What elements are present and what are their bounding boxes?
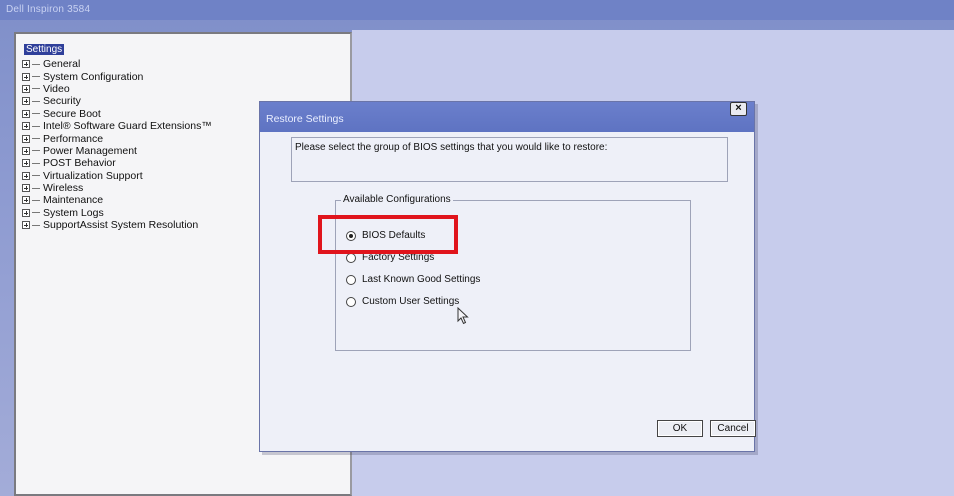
expand-plus-icon[interactable] (22, 171, 30, 180)
tree-item-label: POST Behavior (43, 157, 116, 170)
tree-item-secure-boot[interactable]: Secure Boot (22, 108, 212, 120)
settings-tree: General System Configuration Video Secur… (22, 58, 212, 231)
tree-item-label: System Logs (43, 206, 104, 219)
tree-item-security[interactable]: Security (22, 95, 212, 107)
expand-plus-icon[interactable] (22, 184, 30, 193)
radio-unselected-icon[interactable] (346, 274, 356, 285)
cancel-button[interactable]: Cancel (710, 420, 756, 437)
tree-connector (32, 138, 40, 140)
radio-custom-user[interactable]: Custom User Settings (346, 296, 459, 307)
tree-item-power-management[interactable]: Power Management (22, 145, 212, 157)
radio-unselected-icon[interactable] (346, 252, 356, 263)
tree-item-label: Security (43, 95, 81, 108)
expand-plus-icon[interactable] (22, 60, 30, 69)
close-button[interactable]: × (730, 102, 747, 116)
tree-item-performance[interactable]: Performance (22, 132, 212, 145)
expand-plus-icon[interactable] (22, 159, 30, 168)
tree-item-system-logs[interactable]: System Logs (22, 207, 212, 219)
tree-item-label: General (43, 58, 81, 71)
tree-item-label: Maintenance (43, 194, 104, 207)
tree-connector (32, 187, 40, 189)
tree-item-video[interactable]: Video (22, 83, 212, 95)
dialog-title: Restore Settings (266, 113, 344, 125)
ok-button[interactable]: OK (657, 420, 703, 437)
expand-plus-icon[interactable] (22, 109, 30, 118)
prompt-text: Please select the group of BIOS settings… (295, 142, 608, 153)
expand-plus-icon[interactable] (22, 84, 30, 93)
tree-connector (32, 150, 40, 152)
tree-connector (32, 162, 40, 164)
group-label: Available Configurations (341, 194, 453, 205)
tree-item-label: Wireless (43, 182, 84, 195)
radio-last-known-good[interactable]: Last Known Good Settings (346, 274, 480, 285)
radio-unselected-icon[interactable] (346, 296, 356, 307)
tree-item-virtualization-support[interactable]: Virtualization Support (22, 170, 212, 182)
tree-item-label: Video (43, 82, 70, 95)
window-title-bar: Dell Inspiron 3584 (0, 0, 954, 20)
prompt-box: Please select the group of BIOS settings… (291, 137, 728, 182)
tree-connector (32, 63, 40, 65)
tree-item-label: Virtualization Support (43, 169, 143, 182)
tree-root-settings[interactable]: Settings (24, 44, 65, 55)
tree-connector (32, 199, 40, 201)
dialog-title-bar[interactable]: Restore Settings × (260, 102, 754, 132)
red-highlight-annotation (318, 215, 458, 254)
tree-item-label: Power Management (43, 144, 137, 157)
tree-item-general[interactable]: General (22, 58, 212, 70)
tree-connector (32, 224, 40, 226)
app-title: Dell Inspiron 3584 (6, 4, 91, 15)
expand-plus-icon[interactable] (22, 122, 30, 131)
tree-connector (32, 88, 40, 90)
tree-item-post-behavior[interactable]: POST Behavior (22, 157, 212, 169)
tree-item-maintenance[interactable]: Maintenance (22, 194, 212, 206)
tree-connector (32, 175, 40, 177)
tree-item-label: Intel® Software Guard Extensions™ (43, 120, 212, 133)
expand-plus-icon[interactable] (22, 134, 30, 143)
mouse-cursor-icon (457, 307, 469, 325)
expand-plus-icon[interactable] (22, 97, 30, 106)
tree-connector (32, 113, 40, 115)
tree-item-label: Secure Boot (43, 107, 101, 120)
tree-item-label: Performance (43, 132, 104, 145)
tree-item-label: SupportAssist System Resolution (43, 219, 199, 232)
tree-item-label: System Configuration (43, 70, 144, 83)
expand-plus-icon[interactable] (22, 221, 30, 230)
tree-item-supportassist[interactable]: SupportAssist System Resolution (22, 219, 212, 231)
tree-connector (32, 125, 40, 127)
tree-connector (32, 76, 40, 78)
expand-plus-icon[interactable] (22, 146, 30, 155)
expand-plus-icon[interactable] (22, 72, 30, 81)
radio-label: Custom User Settings (362, 296, 460, 307)
tree-item-intel-sgx[interactable]: Intel® Software Guard Extensions™ (22, 120, 212, 132)
tree-item-wireless[interactable]: Wireless (22, 182, 212, 194)
tree-connector (32, 100, 40, 102)
restore-settings-dialog: Restore Settings × Please select the gro… (259, 101, 756, 452)
expand-plus-icon[interactable] (22, 196, 30, 205)
tree-connector (32, 212, 40, 214)
close-icon: × (735, 102, 742, 114)
expand-plus-icon[interactable] (22, 208, 30, 217)
tree-item-system-configuration[interactable]: System Configuration (22, 70, 212, 83)
radio-label: Last Known Good Settings (362, 274, 481, 285)
